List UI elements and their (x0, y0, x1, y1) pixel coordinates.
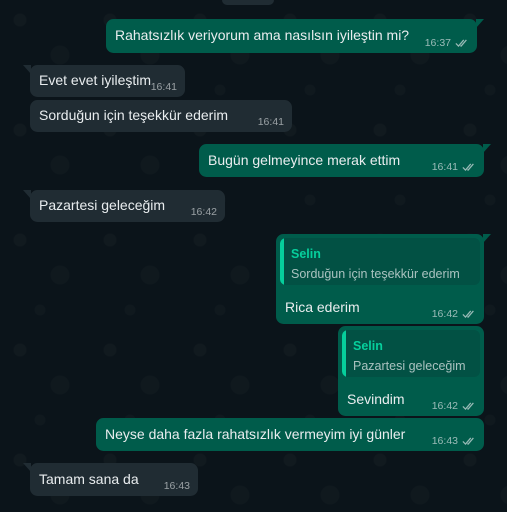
quoted-message[interactable]: Selin Sorduğun için teşekkür ederim (280, 238, 480, 285)
message-bubble-outgoing[interactable]: Rahatsızlık veriyorum ama nasılsın iyile… (106, 19, 484, 53)
message-time: 16:43 (163, 480, 190, 492)
double-check-icon (462, 163, 474, 171)
double-check-icon (462, 402, 474, 410)
quoted-message[interactable]: Selin Pazartesi geleceğim (342, 330, 480, 377)
message-meta: 16:41 (151, 81, 177, 93)
bubble-tail (483, 234, 491, 243)
bubble-tail (476, 19, 484, 28)
message-text: Rica ederim (285, 299, 360, 315)
message-meta: 16:42 (432, 308, 476, 320)
message-bubble-outgoing-reply[interactable]: Selin Pazartesi geleceğim Sevindim 16:42 (338, 326, 484, 416)
double-check-icon (462, 437, 474, 445)
message-bubble-outgoing[interactable]: Bugün gelmeyince merak ettim 16:41 (199, 144, 491, 177)
message-meta: 16:43 (432, 435, 476, 447)
message-meta: 16:43 (164, 480, 190, 492)
message-meta: 16:41 (432, 161, 476, 173)
quote-accent-bar (342, 330, 346, 377)
bubble-tail (23, 65, 31, 74)
bubble-tail (23, 463, 31, 472)
message-meta: 16:42 (432, 400, 476, 412)
message-bubble-outgoing-reply[interactable]: Selin Sorduğun için teşekkür ederim Rica… (276, 234, 491, 324)
bubble-tail (483, 144, 491, 153)
message-bubble-incoming[interactable]: Evet evet iyileştim 16:41 (23, 65, 185, 97)
quote-accent-bar (280, 238, 284, 285)
message-bubble-incoming[interactable]: Sorduğun için teşekkür ederim 16:41 (30, 100, 292, 132)
quoted-text: Sorduğun için teşekkür ederim (291, 267, 460, 281)
message-text: Pazartesi geleceğim (39, 197, 166, 214)
quoted-author: Selin (353, 339, 383, 353)
message-time: 16:42 (190, 206, 217, 218)
message-bubble-outgoing[interactable]: Neyse daha fazla rahatsızlık vermeyim iy… (96, 418, 484, 451)
message-time: 16:42 (431, 400, 458, 412)
message-time: 16:42 (431, 308, 458, 320)
message-time: 16:41 (431, 161, 458, 173)
message-meta: 16:42 (191, 206, 217, 218)
double-check-icon (462, 310, 474, 318)
quoted-author: Selin (291, 247, 321, 261)
message-text: Sorduğun için teşekkür ederim (39, 107, 229, 124)
message-time: 16:41 (150, 81, 177, 93)
bubble-tail (23, 190, 31, 199)
message-text: Sevindim (347, 391, 405, 407)
message-bubble-incoming[interactable]: Pazartesi geleceğim 16:42 (23, 190, 225, 222)
message-meta: 16:37 (425, 37, 469, 49)
message-text: Evet evet iyileştim (39, 72, 152, 89)
previous-message-edge (222, 0, 274, 5)
message-meta: 16:41 (258, 116, 284, 128)
double-check-icon (455, 39, 467, 47)
message-text: Rahatsızlık veriyorum ama nasılsın iyile… (115, 27, 410, 44)
message-text: Neyse daha fazla rahatsızlık vermeyim iy… (105, 425, 406, 442)
message-time: 16:37 (424, 37, 451, 49)
message-text: Tamam sana da (39, 470, 139, 487)
quoted-text: Pazartesi geleceğim (353, 359, 466, 373)
message-time: 16:41 (257, 116, 284, 128)
message-text: Bugün gelmeyince merak ettim (208, 151, 401, 168)
message-time: 16:43 (431, 435, 458, 447)
message-bubble-incoming[interactable]: Tamam sana da 16:43 (23, 463, 198, 496)
